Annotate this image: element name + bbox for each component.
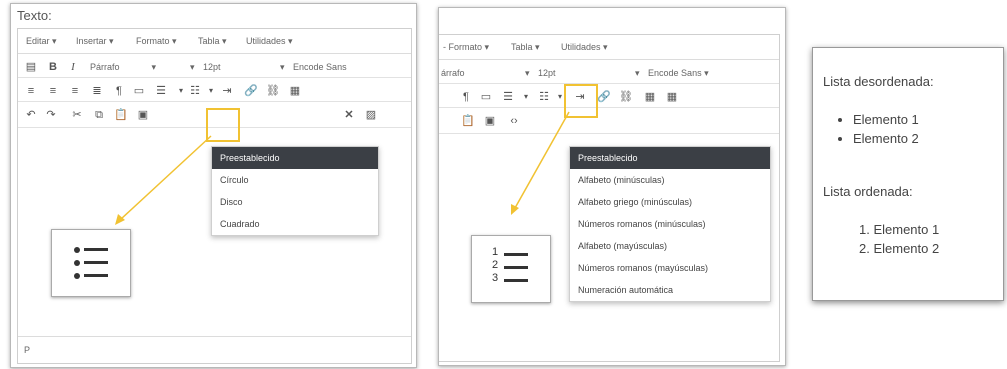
list-item: 2. Elemento 2 bbox=[859, 241, 940, 256]
pointer-arrow bbox=[511, 111, 570, 215]
editor-screenshot-bullet-list: Texto: Editar ▾ Insertar ▾ Formato ▾ Tab… bbox=[10, 3, 417, 368]
bullet-list-icon-enlarged bbox=[51, 229, 131, 297]
ordered-list: 1. Elemento 1 2. Elemento 2 bbox=[859, 220, 939, 258]
pointer-arrow bbox=[115, 135, 212, 225]
bullet-list-icon bbox=[74, 247, 108, 279]
list-lines-icon bbox=[504, 253, 528, 282]
list-item: Elemento 2 bbox=[853, 129, 919, 148]
rendered-lists-preview: Lista desordenada: Elemento 1 Elemento 2… bbox=[812, 47, 1004, 301]
numbered-list-icon-enlarged: 1 2 3 bbox=[471, 235, 551, 303]
ordered-list-title: Lista ordenada: bbox=[823, 184, 913, 199]
unordered-list-title: Lista desordenada: bbox=[823, 74, 934, 89]
list-item: 1. Elemento 1 bbox=[859, 222, 940, 237]
editor-screenshot-numbered-list: - Formato ▾ Tabla ▾ Utilidades ▾ árrafo … bbox=[438, 7, 786, 366]
list-item: Elemento 1 bbox=[853, 110, 919, 129]
unordered-list: Elemento 1 Elemento 2 bbox=[853, 110, 919, 148]
